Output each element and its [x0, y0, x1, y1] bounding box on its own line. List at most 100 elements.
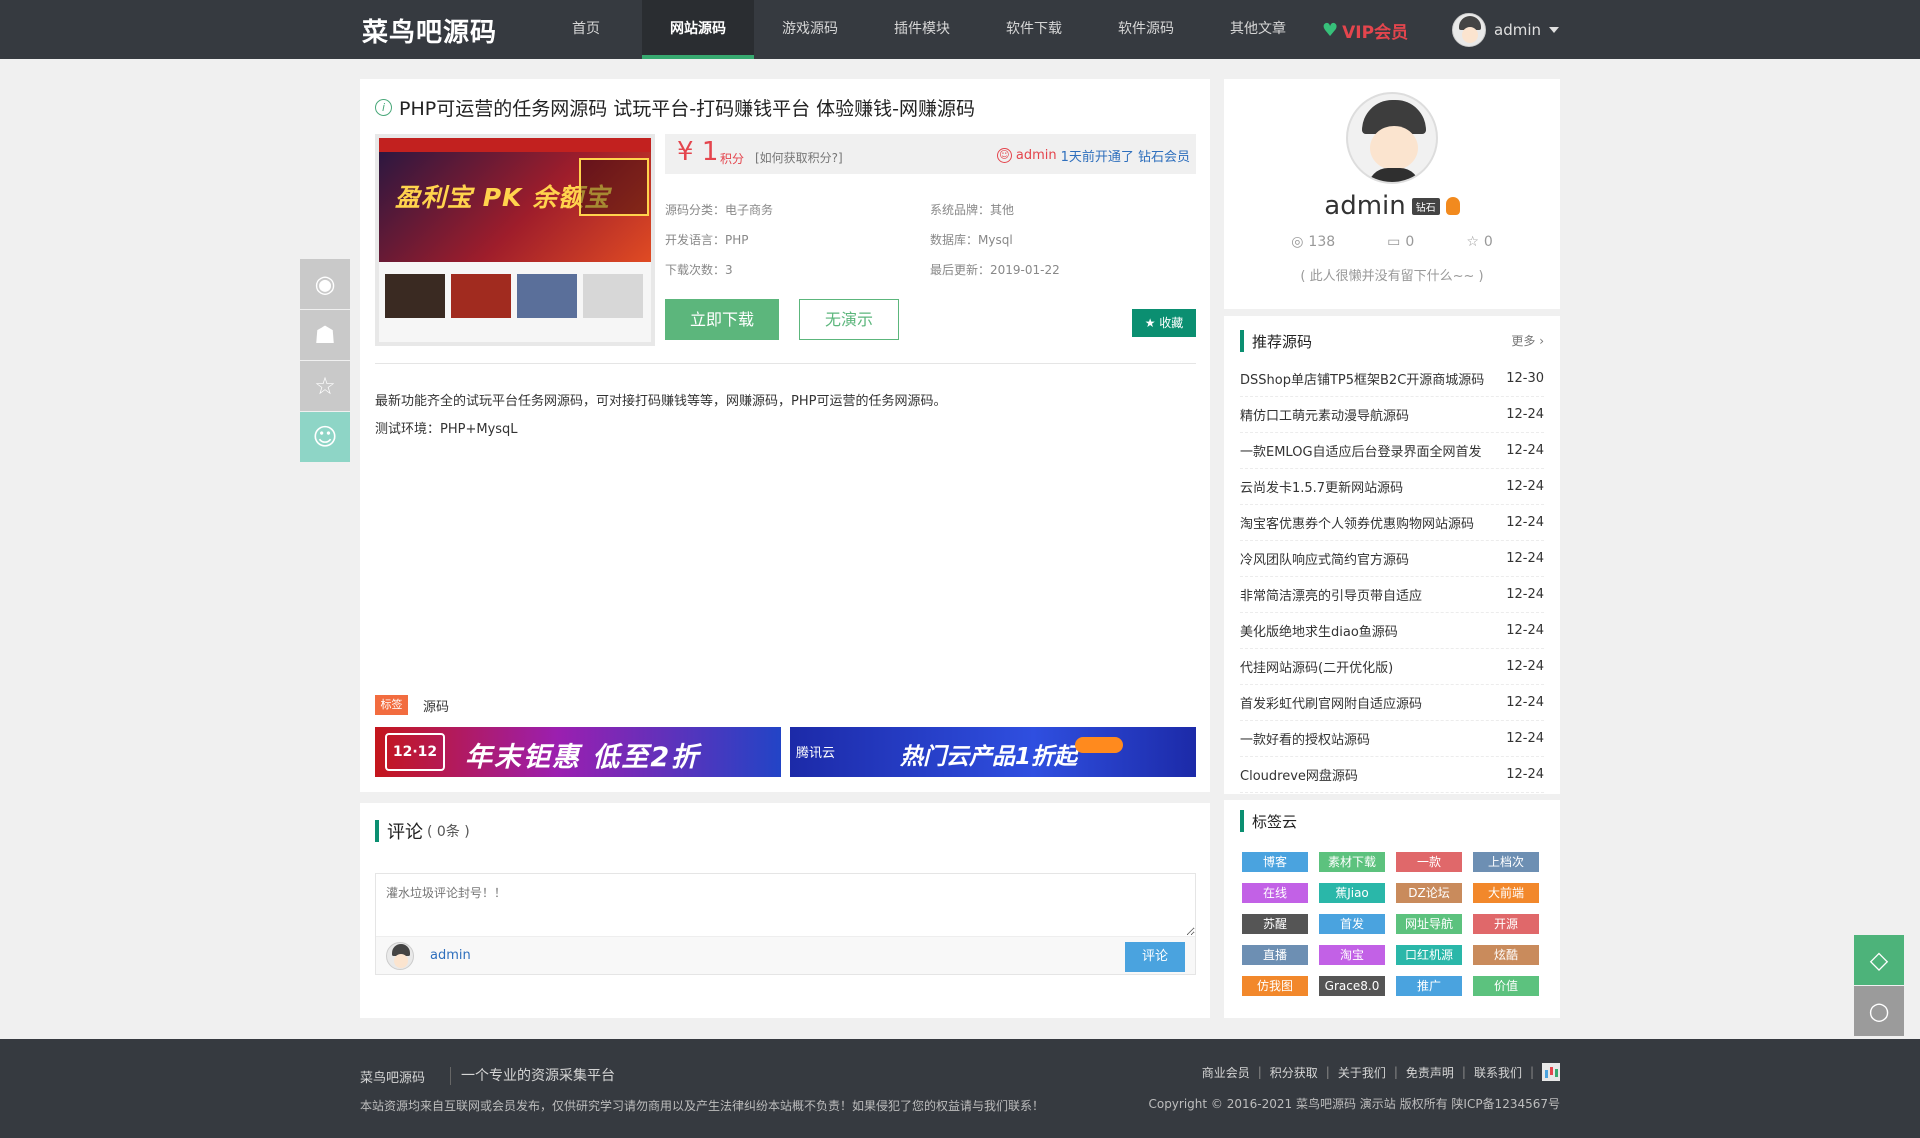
tag-cloud-grid: 博客 素材下载 一款 上档次 在线 蕉Jiao DZ论坛 大前端 苏醒 首发 网… [1242, 852, 1544, 996]
tag-cloud-item[interactable]: 首发 [1319, 914, 1385, 934]
footer-slogan: 一个专业的资源采集平台 [461, 1068, 615, 1084]
thumb-topbar [379, 138, 651, 152]
price-how-link[interactable]: [如何获取积分?] [755, 149, 843, 166]
list-item-date: 12-24 [1506, 767, 1544, 782]
meta-brand: 系统品牌：其他 [930, 203, 1015, 217]
share-wechat-button[interactable]: ☺ [300, 412, 350, 462]
tag-cloud-item[interactable]: 上档次 [1473, 852, 1539, 872]
tag-cloud-item[interactable]: 博客 [1242, 852, 1308, 872]
tag-cloud-item[interactable]: 开源 [1473, 914, 1539, 934]
info-icon: i [375, 99, 392, 116]
tag-cloud-item[interactable]: 素材下载 [1319, 852, 1385, 872]
nav-website-source[interactable]: 网站源码 [642, 0, 754, 59]
footer-link-about[interactable]: 关于我们 [1338, 1064, 1386, 1081]
nav-home[interactable]: 首页 [530, 0, 642, 59]
tag-cloud-item[interactable]: 淘宝 [1319, 945, 1385, 965]
qq-icon[interactable] [1445, 197, 1460, 215]
list-item[interactable]: 云尚发卡1.5.7更新网站源码 12-24 [1240, 469, 1544, 505]
share-qq-button[interactable]: ☗ [300, 310, 350, 360]
list-item[interactable]: Cloudreve网盘源码 12-24 [1240, 757, 1544, 793]
list-item-title: Cloudreve网盘源码 [1240, 769, 1358, 784]
footer-link-vip[interactable]: 商业会员 [1202, 1064, 1250, 1081]
tag-cloud-item[interactable]: Grace8.0 [1319, 976, 1385, 996]
list-item[interactable]: 代挂网站源码(二开优化版) 12-24 [1240, 649, 1544, 685]
recommend-more-link[interactable]: 更多 › [1511, 332, 1544, 349]
author-level-badge: 钻石 [1411, 197, 1440, 215]
tag-cloud-item[interactable]: DZ论坛 [1396, 883, 1462, 903]
footer-link-points[interactable]: 积分获取 [1270, 1064, 1318, 1081]
tag-cloud-item[interactable]: 蕉Jiao [1319, 883, 1385, 903]
avatar [1452, 13, 1486, 47]
tag-cloud-item[interactable]: 直播 [1242, 945, 1308, 965]
meta-database: 数据库：Mysql [930, 233, 1013, 247]
footer-link-separator: | [1461, 1065, 1466, 1079]
comments-count: 0 [1405, 234, 1415, 250]
vip-link[interactable]: ♥ VIP会员 [1322, 18, 1408, 43]
download-button[interactable]: 立即下载 [665, 299, 779, 340]
tag-cloud-item[interactable]: 一款 [1396, 852, 1462, 872]
tag-cloud-item[interactable]: 炫酷 [1473, 945, 1539, 965]
comment-username[interactable]: admin [430, 948, 471, 963]
tag-cloud-item[interactable]: 网址导航 [1396, 914, 1462, 934]
comment-submit-button[interactable]: 评论 [1125, 942, 1185, 972]
star-icon: ★ [1144, 316, 1156, 330]
article-thumbnail[interactable]: 盈利宝 PK 余额宝 [375, 134, 655, 346]
author-avatar[interactable] [1346, 92, 1438, 184]
footer-link-separator: | [1529, 1065, 1534, 1079]
footer-link-contact[interactable]: 联系我们 [1474, 1064, 1522, 1081]
list-item[interactable]: 精仿口工萌元素动漫导航源码 12-24 [1240, 397, 1544, 433]
top-navbar: 菜鸟吧源码 首页 网站源码 游戏源码 插件模块 软件下载 软件源码 其他文章 ♥… [0, 0, 1920, 59]
footer-notice: 本站资源均来自互联网或会员发布，仅供研究学习请勿商用以及产生法律纠纷本站概不负责… [360, 1099, 1045, 1113]
list-item[interactable]: 冷风团队响应式简约官方源码 12-24 [1240, 541, 1544, 577]
list-item[interactable]: 一款EMLOG自适应后台登录界面全网首发 12-24 [1240, 433, 1544, 469]
list-item[interactable]: 首发彩虹代刷官网附自适应源码 12-24 [1240, 685, 1544, 721]
comment-input[interactable] [376, 874, 1195, 936]
nav-software-source[interactable]: 软件源码 [1090, 0, 1202, 59]
statistics-icon[interactable] [1542, 1063, 1560, 1081]
list-item[interactable]: 美化版绝地求生diao鱼源码 12-24 [1240, 613, 1544, 649]
list-item[interactable]: DSShop单店铺TP5框架B2C开源商城源码 12-30 [1240, 361, 1544, 397]
list-item[interactable]: 淘宝客优惠券个人领券优惠购物网站源码 12-24 [1240, 505, 1544, 541]
tag-cloud-item[interactable]: 口红机源 [1396, 945, 1462, 965]
nav-plugins[interactable]: 插件模块 [866, 0, 978, 59]
tag-link[interactable]: 源码 [423, 696, 449, 715]
tag-cloud-item[interactable]: 仿我图 [1242, 976, 1308, 996]
demo-button[interactable]: 无演示 [799, 299, 899, 340]
avatar-face [1370, 126, 1418, 170]
tencent-ad-banner[interactable]: 腾讯云 热门云产品1折起 [790, 727, 1196, 777]
tag-cloud-item[interactable]: 苏醒 [1242, 914, 1308, 934]
list-item[interactable]: 一款好看的授权站源码 12-24 [1240, 721, 1544, 757]
stars-count: 0 [1483, 234, 1493, 250]
favorite-button[interactable]: ★ 收藏 [1132, 309, 1196, 337]
list-item-date: 12-30 [1506, 371, 1544, 386]
list-item-title: 非常简洁漂亮的引导页带自适应 [1240, 589, 1423, 604]
share-favorite-button[interactable]: ☆ [300, 361, 350, 411]
nav-game-source[interactable]: 游戏源码 [754, 0, 866, 59]
list-item-date: 12-24 [1506, 623, 1544, 638]
comments-title: 评论 ( 0条 ) [375, 818, 470, 844]
footer-link-disclaimer[interactable]: 免责声明 [1406, 1064, 1454, 1081]
author-name-row: admin 钻石 [1224, 191, 1560, 221]
star-icon: ☆ [1466, 234, 1479, 250]
recommend-card: 推荐源码 更多 › DSShop单店铺TP5框架B2C开源商城源码 12-30 精… [1224, 316, 1560, 794]
vip-float-button[interactable]: ◇ [1854, 935, 1904, 985]
tag-cloud-item[interactable]: 在线 [1242, 883, 1308, 903]
tag-cloud-item[interactable]: 大前端 [1473, 883, 1539, 903]
tag-cloud-item[interactable]: 推广 [1396, 976, 1462, 996]
tag-cloud-title: 标签云 [1240, 810, 1297, 832]
aliyun-ad-banner[interactable]: 12·12 年末钜惠 低至2折 [375, 727, 781, 777]
nav-software-download[interactable]: 软件下载 [978, 0, 1090, 59]
ad-text: 年末钜惠 低至2折 [465, 742, 701, 773]
recommend-list: DSShop单店铺TP5框架B2C开源商城源码 12-30 精仿口工萌元素动漫导航… [1240, 361, 1544, 793]
list-item[interactable]: 非常简洁漂亮的引导页带自适应 12-24 [1240, 577, 1544, 613]
nav-other-articles[interactable]: 其他文章 [1202, 0, 1314, 59]
list-item-title: 云尚发卡1.5.7更新网站源码 [1240, 481, 1404, 496]
article-title: i PHP可运营的任务网源码 试玩平台-打码赚钱平台 体验赚钱-网赚源码 [375, 94, 975, 121]
share-weibo-button[interactable]: ◉ [300, 259, 350, 309]
chat-float-button[interactable]: ○ [1854, 986, 1904, 1036]
tag-cloud-item[interactable]: 价值 [1473, 976, 1539, 996]
comment-form: admin 评论 [375, 873, 1196, 975]
site-logo[interactable]: 菜鸟吧源码 [362, 12, 497, 49]
user-menu[interactable]: admin [1452, 13, 1559, 47]
list-item-title: 一款EMLOG自适应后台登录界面全网首发 [1240, 445, 1482, 460]
